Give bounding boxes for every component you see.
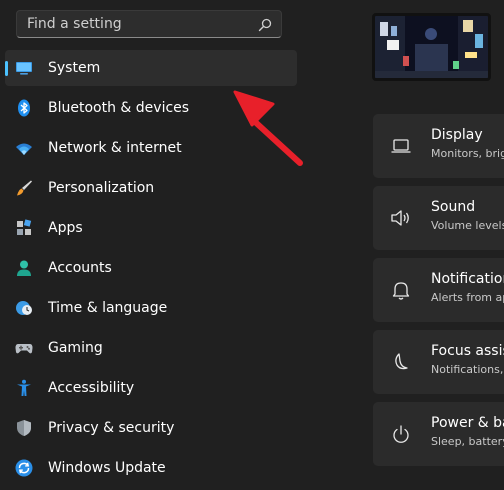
sidebar-item-network-internet[interactable]: Network & internet (5, 130, 297, 166)
update-icon (15, 459, 33, 477)
sidebar-item-label: Accessibility (48, 380, 135, 396)
street-scene-image (375, 16, 488, 78)
globe-clock-icon (16, 301, 32, 315)
shield-icon (17, 420, 31, 436)
sidebar-item-personalization[interactable]: Personalization (5, 170, 297, 206)
speaker-icon (391, 210, 409, 226)
moon-icon (395, 353, 408, 370)
sidebar-item-accounts[interactable]: Accounts (5, 250, 297, 286)
card-title: Sound (431, 199, 476, 215)
accessibility-icon (17, 379, 31, 396)
sidebar-item-gaming[interactable]: Gaming (5, 330, 297, 366)
search-box[interactable] (16, 10, 282, 38)
power-icon (393, 425, 409, 443)
card-subtitle: Notifications, (431, 363, 504, 376)
card-title: Power & bat (431, 415, 504, 431)
sidebar-nav: System Bluetooth & devices Network & int… (5, 50, 297, 490)
sidebar-item-bluetooth-devices[interactable]: Bluetooth & devices (5, 90, 297, 126)
card-title: Display (431, 127, 483, 143)
card-title: Notification (431, 271, 504, 287)
sidebar-item-system[interactable]: System (5, 50, 297, 86)
search-input[interactable] (17, 11, 281, 37)
search-icon[interactable] (257, 17, 273, 33)
wifi-icon (16, 143, 32, 155)
sidebar-item-apps[interactable]: Apps (5, 210, 297, 246)
bluetooth-icon (18, 99, 30, 117)
sidebar-item-label: Windows Update (48, 460, 166, 476)
sidebar-item-label: Privacy & security (48, 420, 175, 436)
desktop-preview-thumbnail[interactable] (372, 13, 491, 81)
card-subtitle: Alerts from ap (431, 291, 504, 304)
gamepad-icon (15, 344, 33, 354)
sidebar-item-label: Gaming (48, 340, 103, 356)
sidebar-item-label: Network & internet (48, 140, 182, 156)
laptop-icon (391, 139, 411, 153)
bell-icon (392, 282, 410, 300)
apps-icon (17, 219, 32, 235)
sidebar-item-label: System (48, 60, 101, 76)
sidebar-item-label: Apps (48, 220, 83, 236)
card-subtitle: Volume levels (431, 219, 504, 232)
sidebar-item-time-language[interactable]: Time & language (5, 290, 297, 326)
person-icon (17, 260, 31, 276)
card-power-battery[interactable]: Power & bat Sleep, battery (373, 402, 504, 466)
sidebar-item-privacy-security[interactable]: Privacy & security (5, 410, 297, 446)
sidebar-item-label: Time & language (48, 300, 168, 316)
card-focus-assist[interactable]: Focus assist Notifications, (373, 330, 504, 394)
card-title: Focus assist (431, 343, 504, 359)
monitor-icon (16, 62, 32, 75)
card-display[interactable]: Display Monitors, brig (373, 114, 504, 178)
card-sound[interactable]: Sound Volume levels (373, 186, 504, 250)
brush-icon (17, 180, 32, 196)
selected-indicator (5, 61, 8, 76)
sidebar-item-windows-update[interactable]: Windows Update (5, 450, 297, 486)
sidebar-item-label: Bluetooth & devices (48, 100, 190, 116)
card-subtitle: Monitors, brig (431, 147, 504, 160)
card-notifications[interactable]: Notification Alerts from ap (373, 258, 504, 322)
sidebar-item-accessibility[interactable]: Accessibility (5, 370, 297, 406)
sidebar-item-label: Personalization (48, 180, 155, 196)
card-subtitle: Sleep, battery (431, 435, 504, 448)
sidebar-item-label: Accounts (48, 260, 112, 276)
